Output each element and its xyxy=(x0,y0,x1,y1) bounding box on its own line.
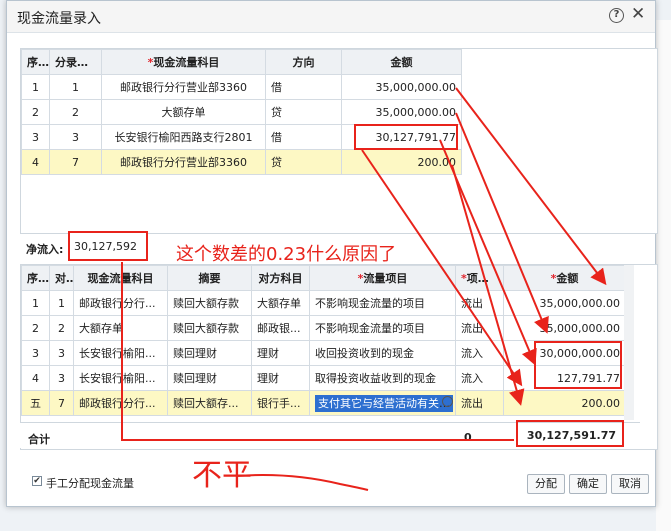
table-row-editing[interactable]: 五 7 邮政银行分行... 赎回大额存... 银行手... 支付其它与经营活动有… xyxy=(21,390,626,416)
bottom-table-header: 序号 对... 现金流量科目 摘要 对方科目 *流量项目 *项目... *金额 xyxy=(21,265,626,291)
table-row[interactable]: 2 2 大额存单 贷 35,000,000.00 xyxy=(21,99,462,125)
table-row[interactable]: 1 1 邮政银行分行... 赎回大额存款 大额存单 不影响现金流量的项目 流出 … xyxy=(21,290,626,316)
net-inflow-value: 30,127,592 xyxy=(68,231,148,261)
net-inflow-label: 净流入: xyxy=(26,243,64,256)
col-seq: 序号 xyxy=(21,49,50,75)
col-amount: 金额 xyxy=(341,49,462,75)
confirm-button[interactable]: 确定 xyxy=(569,474,607,494)
table-row-selected[interactable]: 4 7 邮政银行分行营业部3360 贷 200.00 xyxy=(21,149,462,175)
manual-alloc-label: 手工分配现金流量 xyxy=(46,477,134,490)
allocate-button[interactable]: 分配 xyxy=(527,474,565,494)
highlight-box-top-amount xyxy=(354,124,458,150)
annotation-text: 这个数差的0.23什么原因了 xyxy=(176,244,397,265)
help-icon[interactable]: ? xyxy=(609,8,624,23)
col-direction: 方向 xyxy=(265,49,342,75)
dialog-titlebar: 现金流量录入 ? ✕ xyxy=(7,1,655,33)
flow-item-input[interactable]: 支付其它与经营活动有关的 xyxy=(315,395,453,412)
total-label: 合计 xyxy=(28,433,50,446)
top-entry-table-panel: 序号 分录序号 *现金流量科目 方向 金额 1 1 邮政银行分行营业部3360 … xyxy=(20,48,658,234)
background-right-strip xyxy=(656,20,671,531)
dialog-title: 现金流量录入 xyxy=(17,11,101,27)
flow-item-editor[interactable]: 支付其它与经营活动有关的 xyxy=(309,390,456,416)
close-icon[interactable]: ✕ xyxy=(631,5,645,23)
total-zero: 0 xyxy=(464,431,472,444)
table-row[interactable]: 2 2 大额存单 赎回大额存款 邮政银... 不影响现金流量的项目 流出 35,… xyxy=(21,315,626,341)
top-entry-table: 序号 分录序号 *现金流量科目 方向 金额 1 1 邮政银行分行营业部3360 … xyxy=(21,49,462,175)
cancel-button[interactable]: 取消 xyxy=(611,474,649,494)
handwritten-note: 不平 xyxy=(192,458,252,493)
manual-alloc-checkbox[interactable]: ✔ xyxy=(32,476,42,486)
search-icon[interactable] xyxy=(442,396,453,407)
col-item: *现金流量科目 xyxy=(101,49,266,75)
bottom-table-scrollbar[interactable] xyxy=(624,265,634,420)
table-row[interactable]: 1 1 邮政银行分行营业部3360 借 35,000,000.00 xyxy=(21,74,462,100)
top-table-header: 序号 分录序号 *现金流量科目 方向 金额 xyxy=(21,49,462,75)
total-amount: 30,127,591.77 xyxy=(516,420,624,447)
highlight-box-bottom-amounts xyxy=(534,341,622,389)
col-entry: 分录序号 xyxy=(49,49,102,75)
